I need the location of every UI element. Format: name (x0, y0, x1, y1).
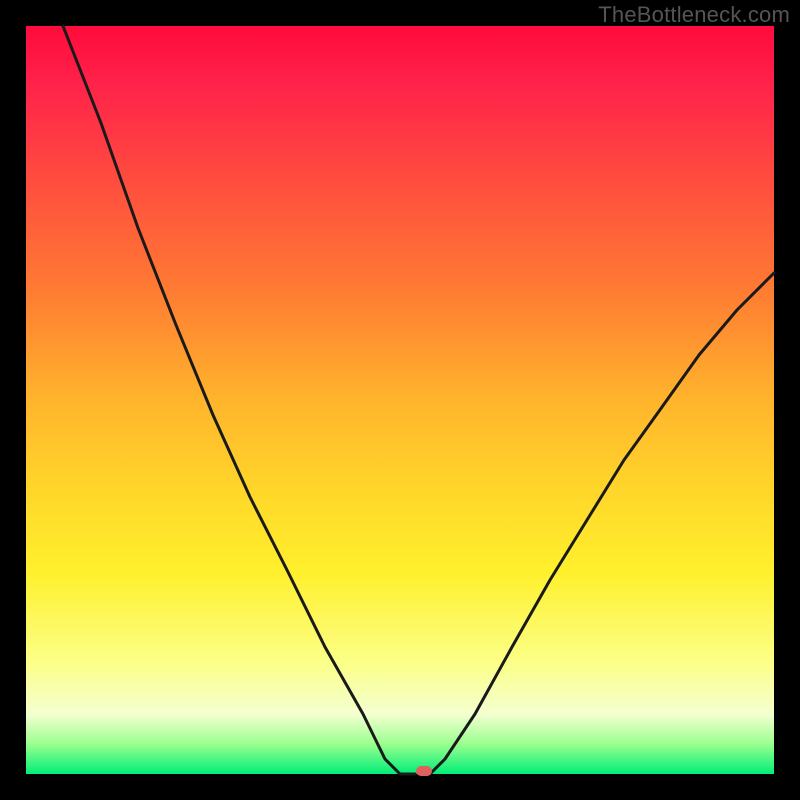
chart-frame: TheBottleneck.com (0, 0, 800, 800)
curve-right (430, 273, 774, 774)
plot-area (26, 26, 774, 774)
curve-left (63, 26, 415, 774)
watermark-text: TheBottleneck.com (598, 2, 790, 28)
curve-layer (26, 26, 774, 774)
minimum-marker (416, 766, 432, 776)
